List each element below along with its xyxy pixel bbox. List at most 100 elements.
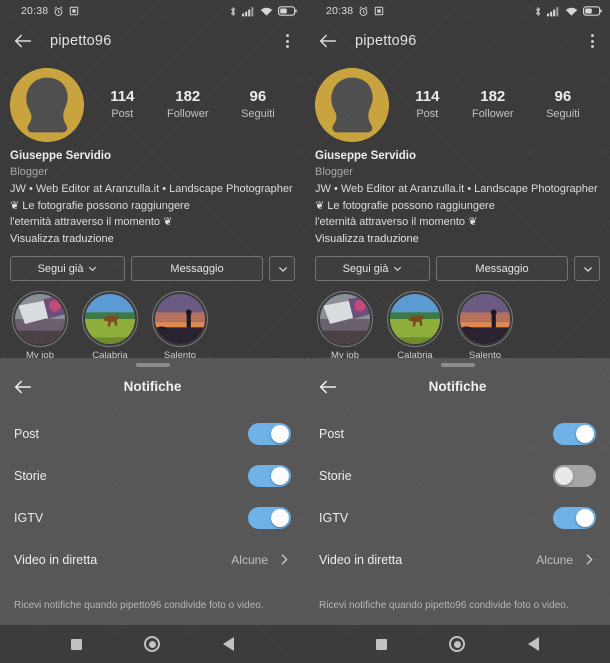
highlight-ring	[317, 291, 373, 348]
row-label: IGTV	[319, 510, 349, 525]
toggle-knob	[576, 508, 594, 527]
follow-button[interactable]: Segui già	[10, 256, 126, 282]
message-button[interactable]: Messaggio	[436, 256, 568, 282]
stat-value: 182	[175, 87, 201, 105]
more-options-button[interactable]	[269, 256, 295, 282]
bluetooth-icon	[229, 6, 237, 17]
chevron-down-icon	[88, 264, 97, 273]
bio-line-2: ❦ Le fotografie possono raggiungere	[10, 199, 190, 212]
highlight-calabria[interactable]: Calabria	[387, 291, 443, 361]
toggle-storie[interactable]	[553, 464, 596, 487]
avatar[interactable]	[315, 68, 389, 142]
bio-line-1: JW • Web Editor at Aranzulla.it • Landsc…	[10, 183, 293, 196]
sheet-title: Notifiche	[123, 379, 182, 394]
avatar[interactable]	[10, 68, 84, 142]
row-igtv[interactable]: IGTV	[319, 497, 596, 539]
bio-line-3: l'eternità attraverso il momento ❦	[10, 216, 173, 229]
stat-value: 182	[480, 87, 506, 105]
toggle-storie[interactable]	[248, 464, 291, 487]
highlight-ring	[152, 291, 208, 348]
profile-name: Giuseppe Servidio	[10, 150, 111, 162]
alarm-icon	[358, 6, 369, 17]
highlight-salento[interactable]: Salento	[152, 291, 208, 361]
triangle-back-icon[interactable]	[222, 637, 234, 651]
row-storie[interactable]: Storie	[14, 455, 291, 497]
toggle-post[interactable]	[553, 422, 596, 445]
row-value: Alcune	[231, 552, 268, 567]
sheet-title: Notifiche	[428, 379, 487, 394]
translate-link[interactable]: Visualizza traduzione	[315, 231, 600, 248]
row-post[interactable]: Post	[14, 413, 291, 455]
chevron-down-icon	[393, 264, 402, 273]
status-bar-left-group: 20:38	[21, 5, 79, 17]
row-value: Alcune	[536, 552, 573, 567]
stat-follower[interactable]: 182 Follower	[472, 88, 514, 122]
toggle-knob	[555, 466, 573, 485]
profile-stats: 114 Post 182 Follower 96 Seguiti	[84, 88, 291, 122]
square-recents-icon[interactable]	[376, 638, 388, 650]
message-button[interactable]: Messaggio	[131, 256, 263, 282]
circle-home-icon[interactable]	[449, 636, 466, 652]
android-nav-bar-right	[305, 625, 610, 663]
kebab-menu-icon[interactable]	[587, 30, 598, 52]
back-arrow-icon[interactable]	[12, 30, 34, 52]
follow-button[interactable]: Segui già	[315, 256, 431, 282]
sheet-header: Notifiche	[305, 367, 610, 407]
toggle-knob	[576, 424, 594, 443]
highlight-salento[interactable]: Salento	[457, 291, 513, 361]
chevron-right-icon	[583, 553, 596, 566]
row-post[interactable]: Post	[319, 413, 596, 455]
highlight-calabria[interactable]: Calabria	[82, 291, 138, 361]
toggle-igtv[interactable]	[553, 506, 596, 529]
profile-stats: 114 Post 182 Follower 96 Seguiti	[389, 88, 596, 122]
status-bar-right-group	[229, 6, 297, 17]
desk-laptop-thumb	[320, 294, 370, 345]
triangle-back-icon[interactable]	[527, 637, 539, 651]
follow-button-label: Segui già	[342, 262, 389, 275]
more-options-button[interactable]	[574, 256, 600, 282]
bio-line-3: l'eternità attraverso il momento ❦	[315, 216, 478, 229]
stat-seguiti[interactable]: 96 Seguiti	[546, 88, 580, 122]
highlight-ring	[457, 291, 513, 348]
highlight-ring	[12, 291, 68, 348]
panel-right: 20:38 pipetto96 114 Post 182 Follower 96…	[305, 0, 610, 663]
chevron-down-icon	[583, 264, 592, 273]
row-storie[interactable]: Storie	[319, 455, 596, 497]
stat-follower[interactable]: 182 Follower	[167, 88, 209, 122]
signal-icon	[242, 6, 255, 17]
stat-post[interactable]: 114 Post	[110, 88, 134, 122]
profile-bio: Giuseppe Servidio Blogger JW • Web Edito…	[0, 146, 305, 247]
circle-home-icon[interactable]	[144, 636, 161, 652]
row-igtv[interactable]: IGTV	[14, 497, 291, 539]
status-time: 20:38	[21, 5, 49, 17]
toggle-igtv[interactable]	[248, 506, 291, 529]
sheet-note: Ricevi notifiche quando pipetto96 condiv…	[319, 600, 569, 611]
row-video-in-diretta[interactable]: Video in diretta Alcune	[319, 539, 596, 581]
square-recents-icon[interactable]	[71, 638, 83, 650]
notifications-sheet-right: Notifiche Post Storie IGTV Video in dire…	[305, 358, 610, 625]
dual-panel-screenshot: 20:38 pipetto96 114 Post 182 Follower 96…	[0, 0, 610, 663]
toggle-post[interactable]	[248, 422, 291, 445]
bio-line-1: JW • Web Editor at Aranzulla.it • Landsc…	[315, 183, 598, 196]
profile-name: Giuseppe Servidio	[315, 150, 416, 162]
row-value-group: Alcune	[536, 553, 596, 567]
highlight-my-job[interactable]: My job	[317, 291, 373, 361]
stat-value: 114	[415, 87, 440, 105]
highlight-my-job[interactable]: My job	[12, 291, 68, 361]
android-nav-bar-left	[0, 625, 305, 663]
story-highlights: My job Calabria Salento	[305, 281, 610, 361]
page-title: pipetto96	[50, 33, 112, 49]
stat-value: 114	[110, 87, 135, 105]
stat-post[interactable]: 114 Post	[415, 88, 439, 122]
row-video-in-diretta[interactable]: Video in diretta Alcune	[14, 539, 291, 581]
status-bar-left: 20:38	[0, 0, 305, 22]
kebab-menu-icon[interactable]	[282, 30, 293, 52]
stat-seguiti[interactable]: 96 Seguiti	[241, 88, 275, 122]
battery-icon	[278, 6, 297, 16]
back-arrow-icon[interactable]	[317, 30, 339, 52]
story-highlights: My job Calabria Salento	[0, 281, 305, 361]
app-bar-right: pipetto96	[305, 22, 610, 60]
toggle-knob	[271, 466, 289, 485]
translate-link[interactable]: Visualizza traduzione	[10, 231, 295, 248]
message-button-label: Messaggio	[170, 262, 224, 275]
